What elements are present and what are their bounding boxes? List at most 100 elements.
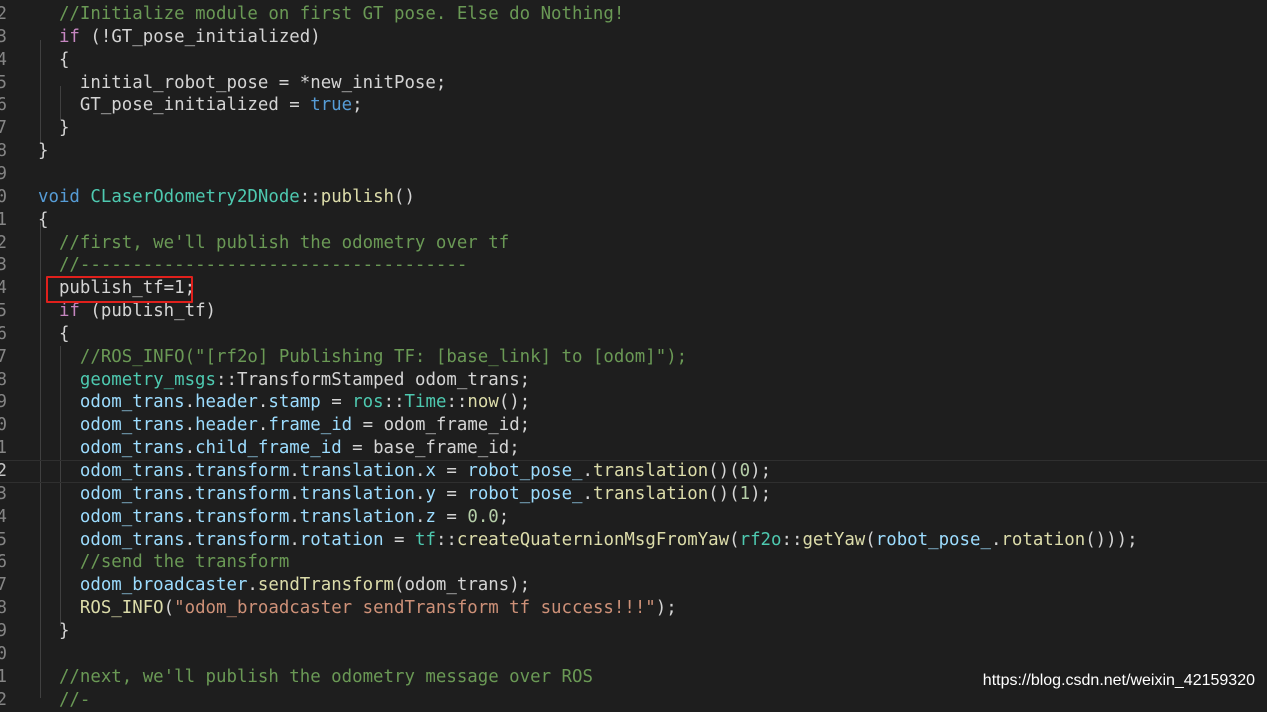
code-line[interactable]: 8 ROS_INFO("odom_broadcaster sendTransfo… [0, 597, 1267, 620]
code-token: tf [414, 529, 436, 550]
code-token: now [467, 392, 499, 413]
code-line[interactable]: 9 } [0, 620, 1267, 643]
code-text: { [38, 209, 48, 232]
code-line[interactable]: 7 odom_broadcaster.sendTransform(odom_tr… [0, 574, 1267, 597]
code-token: sendTransform [257, 575, 395, 596]
code-token: child_frame_id [195, 438, 342, 459]
code-token: y [425, 483, 436, 504]
code-line[interactable]: 1{ [0, 209, 1267, 232]
code-line[interactable]: 2 //first, we'll publish the odometry ov… [0, 232, 1267, 255]
code-token: 0 [739, 461, 751, 481]
code-token: { [38, 323, 70, 344]
code-text: odom_trans.transform.translation.y = rob… [38, 483, 771, 506]
code-token: createQuaternionMsgFromYaw [456, 529, 730, 550]
code-token: . [247, 575, 258, 596]
code-token: ros [352, 392, 384, 413]
code-token: transform [195, 506, 290, 527]
code-token: robot_pose_ [467, 483, 583, 504]
code-line[interactable]: 3 if (!GT_pose_initialized) [0, 26, 1267, 49]
code-text: { [38, 49, 69, 72]
line-number: 2 [0, 461, 7, 481]
code-line[interactable]: 5 odom_trans.transform.rotation = tf::cr… [0, 529, 1267, 552]
code-line[interactable]: 1 odom_trans.child_frame_id = base_frame… [0, 437, 1267, 460]
code-token: if [58, 301, 80, 322]
code-text: odom_broadcaster.sendTransform(odom_tran… [38, 574, 530, 597]
code-token: void [38, 186, 80, 207]
code-token: 1 [739, 483, 751, 504]
line-number: 0 [0, 643, 7, 664]
line-number: 3 [0, 483, 7, 504]
code-line[interactable]: 3 odom_trans.transform.translation.y = r… [0, 483, 1267, 506]
code-text: //first, we'll publish the odometry over… [38, 232, 509, 255]
code-line[interactable]: 4 odom_trans.transform.translation.z = 0… [0, 506, 1267, 529]
code-line[interactable]: 0 void CLaserOdometry2DNode::publish() [0, 186, 1267, 209]
code-token: translation [299, 483, 415, 504]
code-token: ); [750, 483, 772, 504]
code-line[interactable]: 8 geometry_msgs::TransformStamped odom_t… [0, 369, 1267, 392]
code-text: //ROS_INFO("[rf2o] Publishing TF: [base_… [38, 346, 687, 369]
code-token: = [435, 461, 468, 481]
code-line[interactable]: 5 if (publish_tf) [0, 300, 1267, 323]
line-number: 7 [0, 346, 7, 367]
code-token: CLaserOdometry2DNode [90, 186, 300, 207]
code-token: z [425, 506, 436, 527]
code-token: publish [320, 186, 395, 207]
code-text: { [38, 323, 69, 346]
code-token: odom_trans; [404, 369, 531, 390]
code-line[interactable]: 4 { [0, 49, 1267, 72]
code-line[interactable]: 5 initial_robot_pose = *new_initPose; [0, 72, 1267, 95]
code-line[interactable]: 6 GT_pose_initialized = true; [0, 94, 1267, 117]
code-token: () [394, 186, 415, 207]
code-line[interactable]: 9 odom_trans.header.stamp = ros::Time::n… [0, 391, 1267, 414]
code-text: initial_robot_pose = *new_initPose; [38, 72, 446, 95]
line-number: 6 [0, 95, 7, 116]
code-text: GT_pose_initialized = true; [38, 94, 363, 117]
code-token: ()( [708, 483, 740, 504]
code-token: = [435, 483, 468, 504]
code-line[interactable]: 0 odom_trans.header.frame_id = odom_fram… [0, 414, 1267, 437]
code-token: rotation [299, 529, 384, 550]
code-text: //- [38, 689, 90, 712]
code-editor[interactable]: 2 //Initialize module on first GT pose. … [0, 0, 1267, 710]
code-line[interactable]: 3 //------------------------------------… [0, 254, 1267, 277]
code-line[interactable]: 6 //send the transform [0, 551, 1267, 574]
code-token: odom_trans [79, 506, 185, 527]
code-token: ); [750, 461, 772, 481]
code-token: :: [383, 392, 405, 413]
line-number: 3 [0, 26, 7, 47]
code-line[interactable]: 7 //ROS_INFO("[rf2o] Publishing TF: [bas… [0, 346, 1267, 369]
code-token: //- [58, 689, 91, 710]
code-token: robot_pose_ [467, 461, 583, 481]
code-token: if [58, 26, 80, 47]
code-line[interactable]: 9 [0, 163, 1267, 186]
code-text: ROS_INFO("odom_broadcaster sendTransform… [38, 597, 677, 620]
code-line[interactable]: 2 odom_trans.transform.translation.x = r… [0, 460, 1267, 483]
code-token: ( [729, 529, 740, 550]
code-line[interactable]: 2 //Initialize module on first GT pose. … [0, 3, 1267, 26]
code-text: if (publish_tf) [38, 300, 216, 323]
code-line[interactable]: 6 { [0, 323, 1267, 346]
line-number: 3 [0, 255, 7, 276]
code-line[interactable]: 7 } [0, 117, 1267, 140]
code-line[interactable]: 8} [0, 140, 1267, 163]
code-text: odom_trans.header.frame_id = odom_frame_… [38, 414, 530, 437]
code-line[interactable]: 2 //- [0, 689, 1267, 712]
code-token: :: [781, 529, 803, 550]
code-token: ROS_INFO [79, 598, 164, 619]
code-token: = base_frame_id; [341, 438, 520, 459]
code-line[interactable]: 0 [0, 643, 1267, 666]
code-text: } [38, 620, 69, 643]
code-text: if (!GT_pose_initialized) [38, 26, 321, 49]
code-token: getYaw [802, 529, 866, 550]
line-number: 8 [0, 598, 7, 619]
code-token: . [414, 506, 426, 527]
line-number: 5 [0, 529, 7, 550]
code-token: = [320, 392, 353, 413]
line-number: 8 [0, 141, 7, 162]
code-token: (publish_tf) [79, 301, 217, 322]
